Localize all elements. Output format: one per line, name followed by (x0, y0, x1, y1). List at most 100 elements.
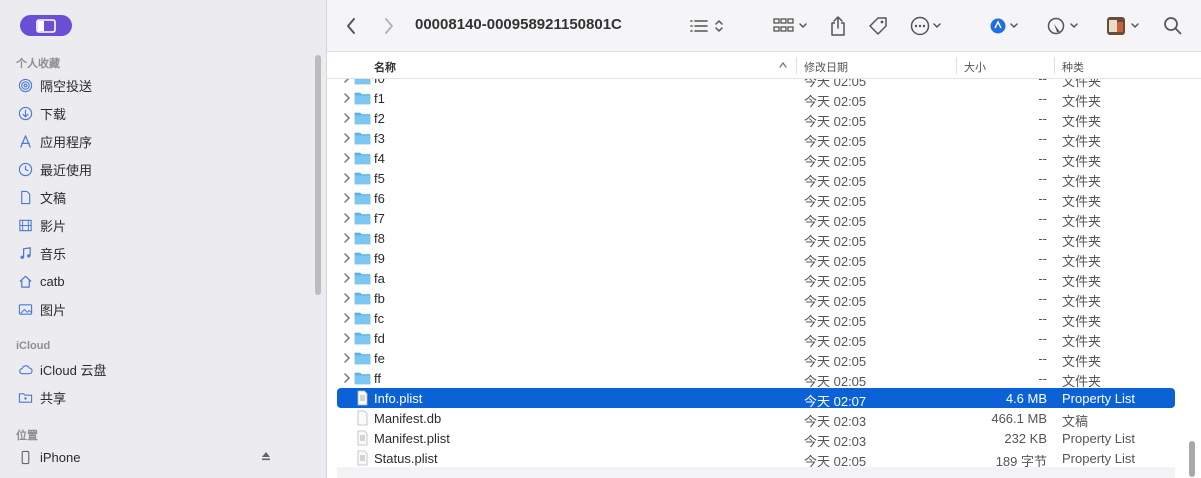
disclosure-chevron-icon[interactable] (341, 252, 353, 264)
folder-row[interactable]: fd 今天 02:05 -- 文件夹 (337, 328, 1175, 349)
folder-icon (354, 310, 371, 326)
sidebar-item-loc-0[interactable]: iPhone (18, 446, 308, 468)
app-menu-button[interactable] (1105, 14, 1143, 38)
tag-button[interactable] (867, 14, 889, 38)
file-size: -- (1038, 191, 1047, 206)
disclosure-chevron-icon[interactable] (341, 292, 353, 304)
folder-row[interactable]: f3 今天 02:05 -- 文件夹 (337, 128, 1175, 149)
more-actions-button[interactable] (909, 14, 947, 38)
file-size: -- (1038, 231, 1047, 246)
disclosure-chevron-icon[interactable] (341, 112, 353, 124)
airdrop-toolbar-button[interactable] (989, 14, 1023, 38)
view-options-button[interactable] (689, 14, 729, 38)
folder-row[interactable]: f0今天 02:05--文件夹 (337, 79, 1175, 89)
sidebar-item-label: 隔空投送 (40, 78, 93, 94)
app-thumbnail-icon (1107, 17, 1139, 35)
folder-row[interactable]: f6 今天 02:05 -- 文件夹 (337, 188, 1175, 209)
folder-row[interactable]: f4 今天 02:05 -- 文件夹 (337, 148, 1175, 169)
file-row[interactable]: Manifest.plist 今天 02:03 232 KB Property Lis… (337, 428, 1175, 449)
file-row[interactable]: Status.plist 今天 02:05 189 字节 Property List (337, 448, 1175, 469)
column-divider[interactable] (796, 57, 797, 74)
disclosure-chevron-icon[interactable] (341, 312, 353, 324)
sidebar-item-icloud-0[interactable]: iCloud 云盘 (18, 358, 308, 380)
sidebar-item-label: 图片 (40, 302, 67, 318)
chevron-right-icon (385, 18, 393, 34)
column-kind[interactable]: 种类 (1062, 59, 1084, 75)
disclosure-chevron-icon[interactable] (341, 352, 353, 364)
favorites-header: 个人收藏 (16, 58, 60, 70)
search-button[interactable] (1163, 14, 1183, 38)
plist-file-icon (354, 390, 371, 406)
file-name: f9 (374, 251, 385, 266)
folder-row[interactable]: f8 今天 02:05 -- 文件夹 (337, 228, 1175, 249)
folder-row[interactable]: fe 今天 02:05 -- 文件夹 (337, 348, 1175, 369)
file-name: Manifest.plist (374, 431, 450, 446)
file-name: f6 (374, 191, 385, 206)
sidebar-toggle-icon (36, 18, 56, 33)
sidebar-item-fav-0[interactable]: 隔空投送 (18, 74, 308, 96)
file-row[interactable]: Manifest.db 今天 02:03 466.1 MB 文稿 (337, 408, 1175, 429)
forward-button[interactable] (383, 14, 395, 38)
disclosure-chevron-icon[interactable] (341, 92, 353, 104)
sidebar-item-fav-8[interactable]: 图片 (18, 298, 308, 320)
file-size: -- (1038, 331, 1047, 346)
sidebar-item-fav-2[interactable]: 应用程序 (18, 130, 308, 152)
back-button[interactable] (345, 14, 357, 38)
folder-row[interactable]: fc 今天 02:05 -- 文件夹 (337, 308, 1175, 329)
chevron-left-icon (347, 18, 355, 34)
folder-row[interactable]: f7 今天 02:05 -- 文件夹 (337, 208, 1175, 229)
sidebar-item-label: 文稿 (40, 190, 67, 206)
disclosure-chevron-icon[interactable] (341, 332, 353, 344)
folder-icon (354, 330, 371, 346)
folder-row[interactable]: ff 今天 02:05 -- 文件夹 (337, 368, 1175, 389)
file-name: fb (374, 291, 385, 306)
sidebar-scrollbar[interactable] (315, 55, 321, 295)
eject-icon[interactable] (260, 450, 272, 465)
sidebar-toggle-button[interactable] (20, 15, 72, 36)
file-row[interactable]: Info.plist 今天 02:07 4.6 MB Property List (337, 388, 1175, 409)
file-name: fa (374, 271, 385, 286)
sidebar-item-fav-3[interactable]: 最近使用 (18, 158, 308, 180)
column-date[interactable]: 修改日期 (804, 59, 848, 75)
file-name: f3 (374, 131, 385, 146)
disclosure-chevron-icon[interactable] (341, 132, 353, 144)
sidebar-item-icloud-1[interactable]: 共享 (18, 386, 308, 408)
sidebar-item-fav-7[interactable]: catb (18, 270, 308, 292)
markup-pen-icon (1047, 17, 1078, 35)
file-name: f7 (374, 211, 385, 226)
folder-row[interactable]: fb 今天 02:05 -- 文件夹 (337, 288, 1175, 309)
disclosure-chevron-icon[interactable] (341, 79, 353, 84)
disclosure-chevron-icon[interactable] (341, 172, 353, 184)
sidebar-item-fav-1[interactable]: 下载 (18, 102, 308, 124)
group-button[interactable] (772, 14, 810, 38)
column-name[interactable]: 名称 (374, 59, 396, 75)
folder-row[interactable]: f1 今天 02:05 -- 文件夹 (337, 88, 1175, 109)
disclosure-chevron-icon[interactable] (341, 272, 353, 284)
column-size[interactable]: 大小 (964, 59, 986, 75)
column-divider[interactable] (1054, 57, 1055, 74)
folder-row[interactable]: f5 今天 02:05 -- 文件夹 (337, 168, 1175, 189)
column-divider[interactable] (956, 57, 957, 74)
sidebar-item-fav-4[interactable]: 文稿 (18, 186, 308, 208)
sidebar-item-fav-6[interactable]: 音乐 (18, 242, 308, 264)
disclosure-chevron-icon[interactable] (341, 372, 353, 384)
folder-row[interactable]: f9 今天 02:05 -- 文件夹 (337, 248, 1175, 269)
disclosure-chevron-icon[interactable] (341, 152, 353, 164)
edit-actions-button[interactable] (1045, 14, 1083, 38)
file-name: f2 (374, 111, 385, 126)
share-button[interactable] (829, 14, 847, 38)
folder-row[interactable]: fa 今天 02:05 -- 文件夹 (337, 268, 1175, 289)
file-size: 232 KB (1004, 431, 1047, 446)
folder-row[interactable]: f2 今天 02:05 -- 文件夹 (337, 108, 1175, 129)
disclosure-chevron-icon[interactable] (341, 232, 353, 244)
disclosure-chevron-icon[interactable] (341, 212, 353, 224)
document-file-icon (354, 410, 371, 426)
file-name: f1 (374, 91, 385, 106)
sidebar-item-fav-5[interactable]: 影片 (18, 214, 308, 236)
folder-icon (354, 350, 371, 366)
file-list-scrollbar[interactable] (1189, 441, 1195, 477)
file-size: -- (1038, 291, 1047, 306)
ellipsis-circle-icon (910, 16, 941, 36)
disclosure-chevron-icon[interactable] (341, 192, 353, 204)
sidebar-item-label: 应用程序 (40, 134, 93, 150)
